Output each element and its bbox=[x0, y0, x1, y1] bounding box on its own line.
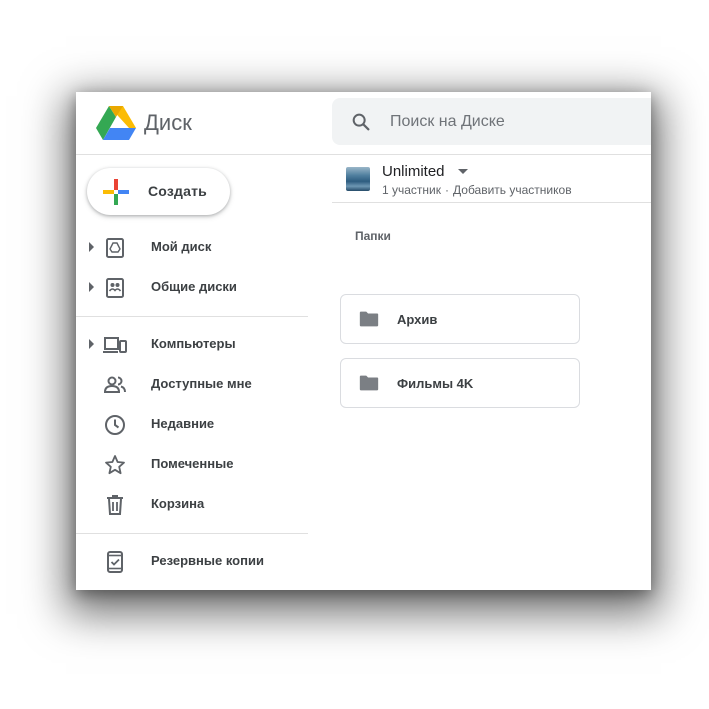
sidebar-item-shared-drives[interactable]: Общие диски bbox=[76, 269, 308, 305]
sidebar-item-starred[interactable]: Помеченные bbox=[76, 446, 308, 482]
folder-icon bbox=[359, 311, 379, 327]
star-icon bbox=[105, 455, 125, 475]
sidebar-item-label: Недавние bbox=[151, 416, 215, 431]
sidebar-item-recent[interactable]: Недавние bbox=[76, 406, 308, 442]
top-bar: Диск bbox=[76, 92, 651, 155]
sidebar-item-label: Корзина bbox=[151, 496, 205, 511]
expand-arrow-icon[interactable] bbox=[89, 282, 94, 292]
sidebar-item-my-drive[interactable]: Мой диск bbox=[76, 229, 308, 265]
sidebar-item-backups[interactable]: Резервные копии bbox=[76, 543, 308, 579]
sidebar-item-label: Помеченные bbox=[151, 456, 234, 471]
search-bar[interactable] bbox=[332, 98, 651, 145]
app-title: Диск bbox=[144, 110, 192, 135]
sidebar-item-label: Резервные копии bbox=[151, 553, 264, 568]
clock-icon bbox=[105, 415, 125, 435]
drive-window: Диск Создать Мой диск bbox=[76, 92, 651, 590]
main-content: Unlimited 1 участник · Добавить участников… bbox=[332, 155, 651, 590]
sidebar-item-shared-with-me[interactable]: Доступные мне bbox=[76, 366, 308, 402]
sidebar-item-label: Мой диск bbox=[151, 239, 212, 254]
create-button[interactable]: Создать bbox=[87, 168, 230, 215]
my-drive-icon bbox=[106, 238, 124, 258]
computers-icon bbox=[103, 337, 127, 353]
sidebar-item-label: Доступные мне bbox=[151, 376, 252, 391]
sidebar-item-trash[interactable]: Корзина bbox=[76, 486, 308, 522]
folder-icon bbox=[359, 375, 379, 391]
sidebar-item-computers[interactable]: Компьютеры bbox=[76, 326, 308, 362]
create-button-label: Создать bbox=[148, 183, 207, 199]
expand-arrow-icon[interactable] bbox=[89, 339, 94, 349]
plus-icon bbox=[103, 179, 129, 205]
sidebar: Создать Мой диск Общие диски Компьютеры … bbox=[76, 155, 308, 590]
shared-drive-name[interactable]: Unlimited bbox=[382, 163, 445, 180]
trash-icon bbox=[107, 495, 123, 515]
add-members-link[interactable]: Добавить участников bbox=[453, 183, 572, 197]
sidebar-divider bbox=[76, 533, 308, 534]
folder-name: Архив bbox=[397, 312, 438, 327]
shared-drive-thumbnail bbox=[346, 167, 370, 191]
sidebar-item-label: Компьютеры bbox=[151, 336, 236, 351]
members-separator: · bbox=[445, 183, 450, 197]
drive-logo-icon[interactable] bbox=[96, 106, 136, 140]
shared-with-me-icon bbox=[103, 376, 126, 393]
search-icon[interactable] bbox=[350, 111, 372, 133]
search-input[interactable] bbox=[388, 110, 642, 134]
members-line: 1 участник · Добавить участников bbox=[382, 183, 572, 197]
content-divider bbox=[332, 202, 651, 203]
sidebar-divider bbox=[76, 316, 308, 317]
folder-card[interactable]: Фильмы 4K bbox=[340, 358, 580, 408]
sidebar-item-label: Общие диски bbox=[151, 279, 237, 294]
folder-name: Фильмы 4K bbox=[397, 376, 474, 391]
shared-drives-icon bbox=[106, 278, 124, 298]
members-count[interactable]: 1 участник bbox=[382, 183, 441, 197]
folder-card[interactable]: Архив bbox=[340, 294, 580, 344]
expand-arrow-icon[interactable] bbox=[89, 242, 94, 252]
chevron-down-icon[interactable] bbox=[458, 169, 468, 174]
folders-section-title: Папки bbox=[355, 229, 391, 243]
backup-phone-icon bbox=[107, 551, 123, 573]
